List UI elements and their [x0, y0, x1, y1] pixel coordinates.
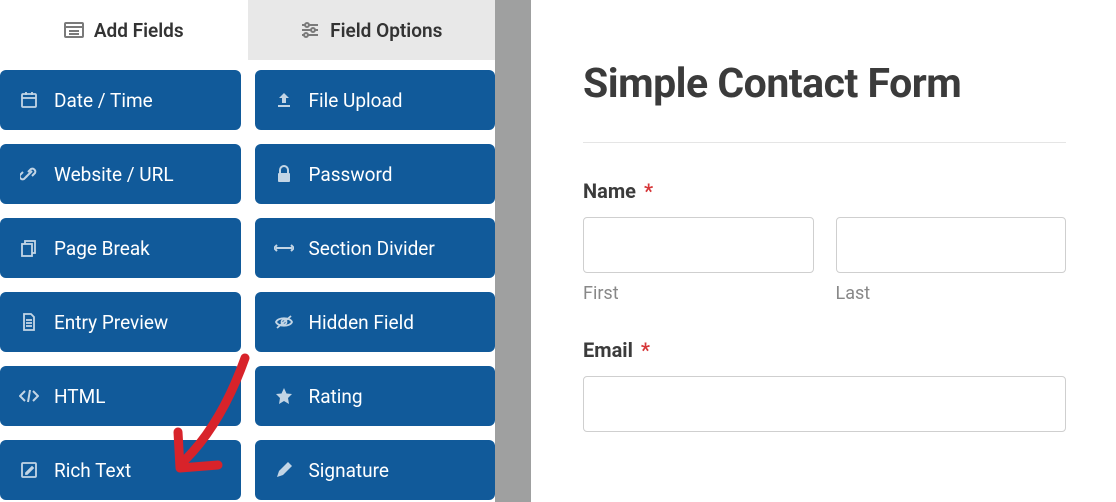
document-icon — [18, 313, 40, 331]
tab-add-fields[interactable]: Add Fields — [0, 0, 248, 60]
name-field: Name * First Last — [583, 179, 1066, 304]
field-label: Password — [309, 163, 393, 186]
field-label: Website / URL — [54, 163, 174, 186]
field-file-upload[interactable]: File Upload — [255, 70, 496, 130]
fields-panel: Add Fields Field Options Date / Time — [0, 0, 495, 502]
email-field: Email * — [583, 338, 1066, 432]
link-icon — [18, 165, 40, 183]
calendar-icon — [18, 91, 40, 109]
pencil-icon — [273, 461, 295, 479]
field-label: Rich Text — [54, 459, 131, 482]
email-input[interactable] — [583, 376, 1066, 432]
field-rating[interactable]: Rating — [255, 366, 496, 426]
form-title: Simple Contact Form — [583, 60, 1066, 108]
field-section-divider[interactable]: Section Divider — [255, 218, 496, 278]
star-icon — [273, 387, 295, 405]
field-label: Section Divider — [309, 237, 435, 260]
last-sublabel: Last — [836, 283, 1067, 304]
field-hidden-field[interactable]: Hidden Field — [255, 292, 496, 352]
upload-icon — [273, 91, 295, 109]
panel-tabs: Add Fields Field Options — [0, 0, 495, 60]
required-mark: * — [644, 179, 653, 203]
first-sublabel: First — [583, 283, 814, 304]
title-divider — [583, 142, 1066, 143]
field-html[interactable]: HTML — [0, 366, 241, 426]
field-label: Date / Time — [54, 89, 153, 112]
fields-grid: Date / Time File Upload Website / URL Pa… — [0, 60, 495, 500]
pages-icon — [18, 239, 40, 257]
field-signature[interactable]: Signature — [255, 440, 496, 500]
last-name-input[interactable] — [836, 217, 1067, 273]
tab-field-options[interactable]: Field Options — [248, 0, 496, 60]
edit-icon — [18, 461, 40, 479]
field-label: Entry Preview — [54, 311, 168, 334]
sliders-icon — [300, 21, 320, 39]
tab-label: Field Options — [330, 19, 442, 42]
list-icon — [64, 22, 84, 38]
field-password[interactable]: Password — [255, 144, 496, 204]
code-icon — [18, 389, 40, 403]
field-date-time[interactable]: Date / Time — [0, 70, 241, 130]
field-entry-preview[interactable]: Entry Preview — [0, 292, 241, 352]
field-label: HTML — [54, 385, 105, 408]
panel-divider — [495, 0, 531, 502]
field-label: Signature — [309, 459, 389, 482]
field-label: Hidden Field — [309, 311, 414, 334]
field-website-url[interactable]: Website / URL — [0, 144, 241, 204]
field-page-break[interactable]: Page Break — [0, 218, 241, 278]
field-label: File Upload — [309, 89, 403, 112]
eye-slash-icon — [273, 314, 295, 330]
first-name-input[interactable] — [583, 217, 814, 273]
field-label: Page Break — [54, 237, 150, 260]
name-label: Name * — [583, 179, 1066, 203]
tab-label: Add Fields — [94, 19, 184, 42]
field-rich-text[interactable]: Rich Text — [0, 440, 241, 500]
label-text: Name — [583, 179, 636, 203]
lock-icon — [273, 165, 295, 183]
divider-icon — [273, 243, 295, 253]
label-text: Email — [583, 338, 633, 362]
email-label: Email * — [583, 338, 1066, 362]
form-preview: Simple Contact Form Name * First Last Em… — [531, 0, 1116, 502]
required-mark: * — [641, 338, 650, 362]
field-label: Rating — [309, 385, 363, 408]
